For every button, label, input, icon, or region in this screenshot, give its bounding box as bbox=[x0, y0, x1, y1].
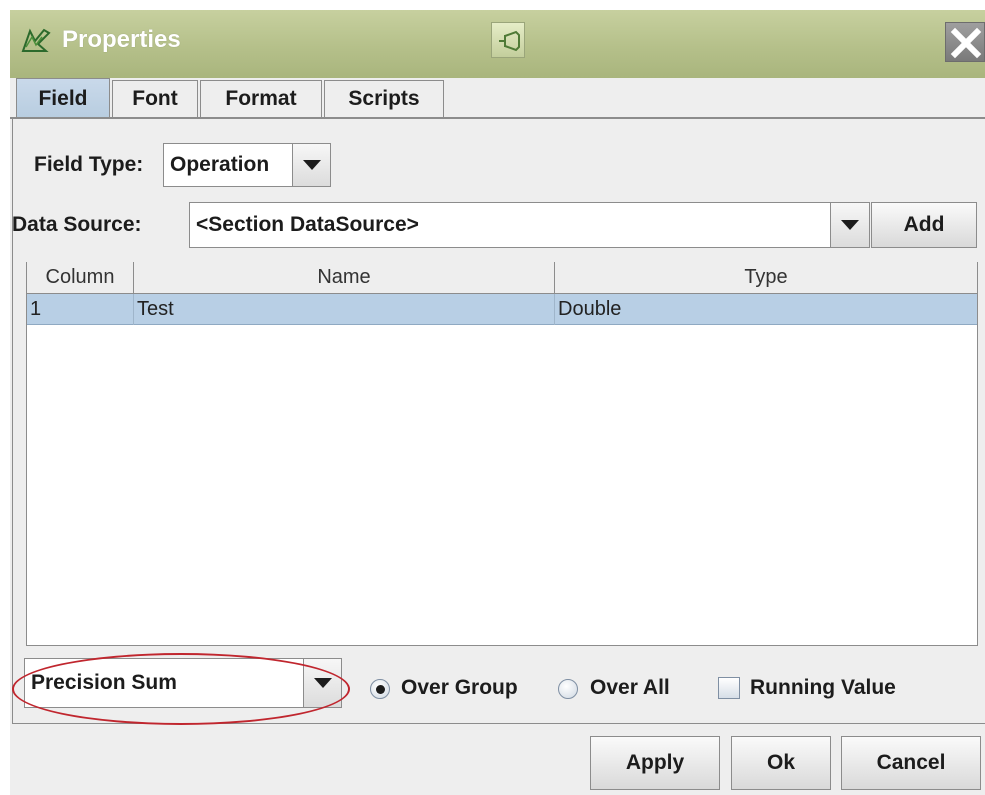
tab-format[interactable]: Format bbox=[200, 80, 322, 117]
pin-button[interactable] bbox=[491, 22, 525, 58]
over-all-radio[interactable] bbox=[558, 679, 578, 699]
ok-button[interactable]: Ok bbox=[731, 736, 831, 790]
data-source-select[interactable]: <Section DataSource> bbox=[189, 202, 831, 248]
field-type-dropdown-button[interactable] bbox=[292, 143, 331, 187]
column-header-column[interactable]: Column bbox=[27, 262, 134, 294]
pin-icon bbox=[499, 30, 520, 52]
column-header-name[interactable]: Name bbox=[134, 262, 555, 294]
tab-scripts[interactable]: Scripts bbox=[324, 80, 444, 117]
tab-field[interactable]: Field bbox=[16, 78, 110, 118]
data-source-dropdown-button[interactable] bbox=[830, 202, 870, 248]
table-cell-name: Test bbox=[134, 294, 555, 325]
data-source-label: Data Source: bbox=[12, 213, 142, 236]
close-button[interactable] bbox=[945, 22, 985, 62]
close-icon bbox=[950, 27, 982, 59]
table-cell-type: Double bbox=[558, 298, 622, 320]
data-source-value: <Section DataSource> bbox=[196, 213, 419, 236]
over-group-radio[interactable] bbox=[370, 679, 390, 699]
over-all-label[interactable]: Over All bbox=[590, 676, 670, 700]
tab-font[interactable]: Font bbox=[112, 80, 198, 117]
field-type-value: Operation bbox=[170, 153, 270, 176]
field-type-select[interactable]: Operation bbox=[163, 143, 293, 187]
properties-icon bbox=[20, 27, 52, 55]
field-type-label: Field Type: bbox=[34, 153, 144, 176]
chevron-down-icon bbox=[302, 160, 321, 170]
radio-selected-dot bbox=[376, 685, 385, 694]
running-value-checkbox[interactable] bbox=[718, 677, 740, 699]
running-value-label[interactable]: Running Value bbox=[750, 676, 896, 700]
column-header-type[interactable]: Type bbox=[555, 262, 977, 294]
chevron-down-icon bbox=[841, 220, 859, 230]
annotation-ellipse bbox=[12, 653, 350, 725]
apply-button[interactable]: Apply bbox=[590, 736, 720, 790]
window-title: Properties bbox=[62, 26, 181, 53]
over-group-label[interactable]: Over Group bbox=[401, 676, 518, 700]
table-cell-column: 1 bbox=[27, 294, 134, 325]
add-button[interactable]: Add bbox=[871, 202, 977, 248]
cancel-button[interactable]: Cancel bbox=[841, 736, 981, 790]
